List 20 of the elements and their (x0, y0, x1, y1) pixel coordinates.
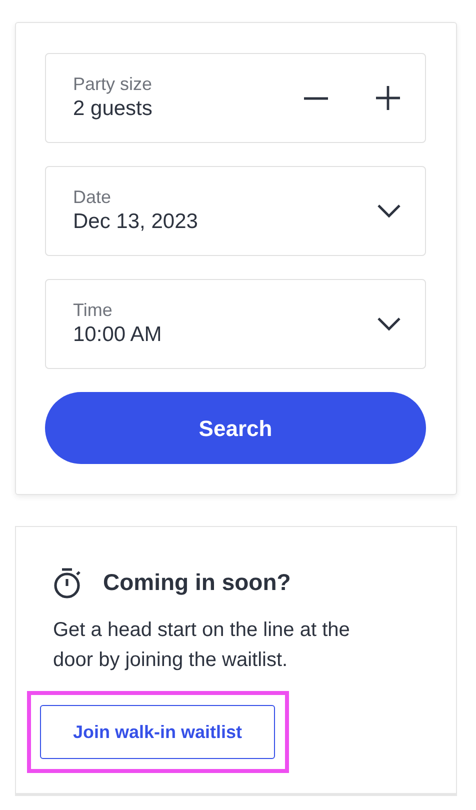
field-label: Date (73, 186, 112, 208)
decrease-button[interactable] (303, 96, 329, 100)
minus-icon (303, 96, 329, 100)
field-label: Party size (73, 73, 152, 95)
chevron-down-icon (377, 204, 401, 218)
chevron-down-icon (377, 317, 401, 331)
form-field[interactable]: Party size 2 guests (45, 53, 426, 143)
form-field[interactable]: Time 10:00 AM (45, 279, 426, 369)
card-title: Coming in soon? (103, 569, 291, 597)
stopwatch-icon (53, 567, 83, 599)
form-field[interactable]: Date Dec 13, 2023 (45, 166, 426, 256)
field-label: Time (73, 299, 114, 321)
join-waitlist-button[interactable]: Join walk-in waitlist (40, 705, 275, 759)
field-value: 2 guests (73, 96, 152, 122)
increase-button[interactable] (375, 85, 401, 111)
plus-icon (375, 85, 401, 111)
card-description: Get a head start on the line at the door by joining the waitlist. (53, 618, 351, 673)
field-value: Dec 13, 2023 (73, 209, 198, 235)
field-value: 10:00 AM (73, 322, 162, 348)
search-button[interactable]: Search (45, 392, 426, 464)
